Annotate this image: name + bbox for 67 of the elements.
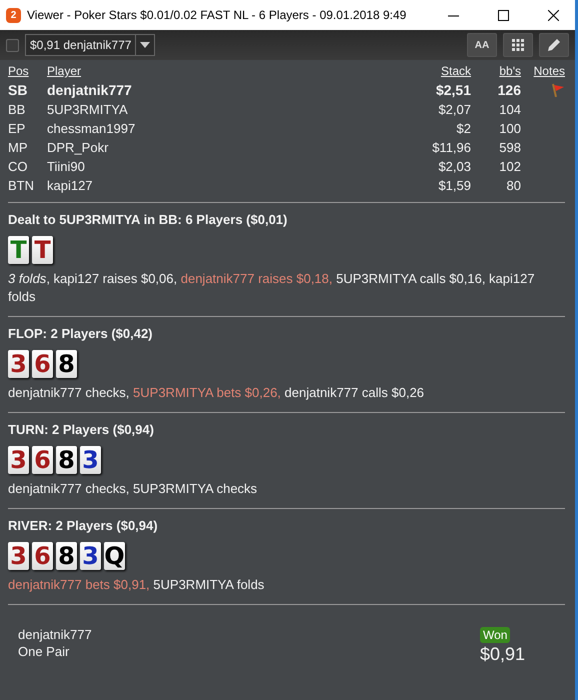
playing-card: T — [8, 236, 29, 264]
playing-card: 8 — [56, 446, 77, 474]
bb-cell-text: 126 — [496, 82, 521, 98]
player-cell-text: chessman1997 — [47, 121, 136, 136]
column-header[interactable]: Notes — [521, 64, 565, 78]
won-badge: Won — [480, 627, 510, 643]
checkbox[interactable] — [6, 38, 19, 52]
grid-icon — [512, 39, 524, 51]
stack-cell-text: $11,96 — [431, 140, 471, 155]
stack-cell-text: $2,03 — [437, 159, 471, 174]
player-cell-text: DPR_Pokr — [47, 140, 110, 155]
bb-cell-text: 102 — [498, 159, 521, 174]
playing-card: 3 — [80, 542, 101, 570]
player-cell-text: denjatnik777 — [47, 82, 133, 98]
column-header[interactable]: Player — [47, 64, 391, 78]
player-cell-text: Tiini90 — [47, 159, 86, 174]
playing-card: 8 — [56, 350, 77, 378]
action-text: denjatnik777 checks, 5UP3RMITYA bets $0,26, denjatnik777 calls $0,26 — [8, 384, 426, 402]
position-cell-text: BTN — [8, 178, 35, 193]
playing-card: 6 — [32, 446, 53, 474]
window-title: Viewer - Poker Stars $0.01/0.02 FAST NL - 6 Players - 09.01.2018 9:49 — [27, 8, 408, 22]
won-amount: $0,91 — [480, 644, 525, 665]
playing-card: Q — [104, 542, 125, 570]
winner-name: denjatnik777 — [18, 627, 92, 642]
bb-cell-text: 598 — [498, 140, 521, 155]
playing-card: 6 — [32, 542, 53, 570]
app-logo: 2 — [6, 8, 21, 22]
stack-cell-text: $2,51 — [434, 82, 471, 98]
stack-cell-text: $1,59 — [437, 178, 471, 193]
playing-card: 6 — [32, 350, 53, 378]
playing-card: 3 — [8, 350, 29, 378]
hand-rank: One Pair — [18, 644, 70, 659]
player-cell-text: 5UP3RMITYA — [47, 102, 129, 117]
grid-button[interactable] — [503, 33, 533, 57]
position-cell-text: MP — [8, 140, 28, 155]
column-header[interactable]: bb's — [471, 64, 521, 78]
bb-cell-text: 100 — [498, 121, 521, 136]
column-header[interactable]: Pos — [8, 64, 47, 78]
street-title: Dealt to 5UP3RMITYA in BB: 6 Players ($0,01) — [8, 212, 288, 227]
position-cell-text: SB — [8, 82, 28, 98]
action-text: denjatnik777 checks, 5UP3RMITYA checks — [8, 480, 258, 498]
position-cell-text: BB — [8, 102, 26, 117]
playing-card: 8 — [56, 542, 77, 570]
maximize-icon — [498, 10, 508, 20]
stack-cell-text: $2,07 — [437, 102, 471, 117]
action-text: denjatnik777 bets $0,91, 5UP3RMITYA folds — [8, 576, 266, 594]
caret-icon — [140, 42, 150, 48]
playing-card: 3 — [8, 446, 29, 474]
edit-button[interactable] — [539, 33, 569, 57]
pencil-icon — [547, 38, 561, 52]
street-title: TURN: 2 Players ($0,94) — [8, 422, 155, 437]
street-title: FLOP: 2 Players ($0,42) — [8, 326, 154, 341]
bb-cell-text: 80 — [506, 178, 521, 193]
street-title: RIVER: 2 Players ($0,94) — [8, 518, 159, 533]
playing-card: 3 — [80, 446, 101, 474]
playing-card: 3 — [8, 542, 29, 570]
column-header[interactable]: Stack — [391, 64, 471, 78]
playing-card: T — [32, 236, 53, 264]
font-size-button[interactable]: AA — [467, 33, 497, 57]
bb-cell-text: 104 — [498, 102, 521, 117]
action-text: 3 folds, kapi127 raises $0,06, denjatnik777 raises $0,18, 5UP3RMITYA calls $0,16, kapi127 folds — [8, 270, 536, 306]
position-cell-text: EP — [8, 121, 26, 136]
player-cell-text: kapi127 — [47, 178, 94, 193]
position-cell-text: CO — [8, 159, 28, 174]
stack-cell-text: $2 — [456, 121, 471, 136]
close-icon — [548, 10, 558, 20]
hand-dropdown[interactable]: $0,91 denjatnik777 — [25, 34, 156, 56]
